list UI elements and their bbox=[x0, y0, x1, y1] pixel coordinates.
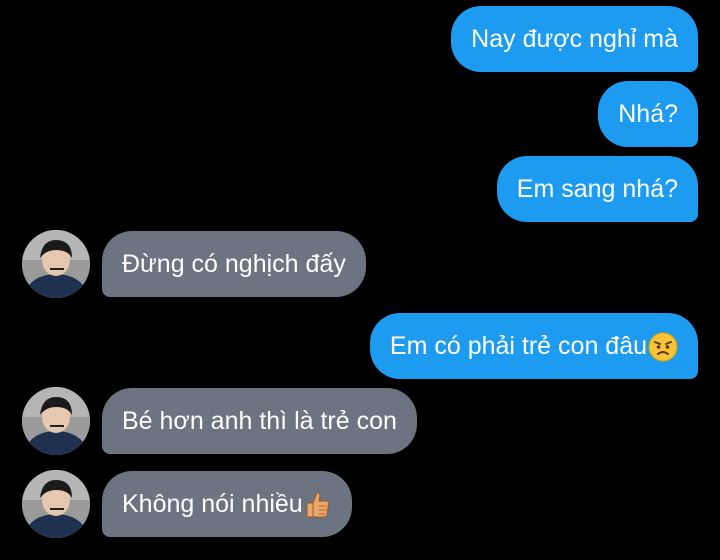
message-text: Nhá? bbox=[618, 100, 678, 128]
message-bubble-outgoing[interactable]: Em sang nhá? bbox=[496, 156, 698, 222]
contact-avatar[interactable] bbox=[22, 230, 90, 298]
message-text: Em sang nhá? bbox=[516, 175, 678, 203]
angry-face-icon bbox=[648, 332, 678, 362]
message-text: Em có phải trẻ con đâu bbox=[389, 332, 647, 360]
message-text: Đừng có nghịch đấy bbox=[122, 250, 346, 278]
chat-thread: Nay được nghỉ mà Nhá? Em sang nhá? Đừng … bbox=[0, 0, 720, 560]
message-bubble-outgoing[interactable]: Nhá? bbox=[598, 81, 698, 147]
message-bubble-incoming[interactable]: Không nói nhiều bbox=[102, 471, 352, 537]
contact-avatar[interactable] bbox=[22, 387, 90, 455]
message-bubble-incoming[interactable]: Đừng có nghịch đấy bbox=[102, 231, 366, 297]
message-text: Bé hơn anh thì là trẻ con bbox=[122, 407, 397, 435]
message-text: Nay được nghỉ mà bbox=[471, 25, 678, 53]
thumbs-up-icon bbox=[304, 490, 332, 520]
message-bubble-outgoing[interactable]: Nay được nghỉ mà bbox=[451, 6, 698, 72]
message-text: Không nói nhiều bbox=[122, 490, 303, 518]
contact-avatar[interactable] bbox=[22, 470, 90, 538]
message-bubble-incoming[interactable]: Bé hơn anh thì là trẻ con bbox=[102, 388, 417, 454]
message-bubble-outgoing[interactable]: Em có phải trẻ con đâu bbox=[369, 313, 698, 379]
